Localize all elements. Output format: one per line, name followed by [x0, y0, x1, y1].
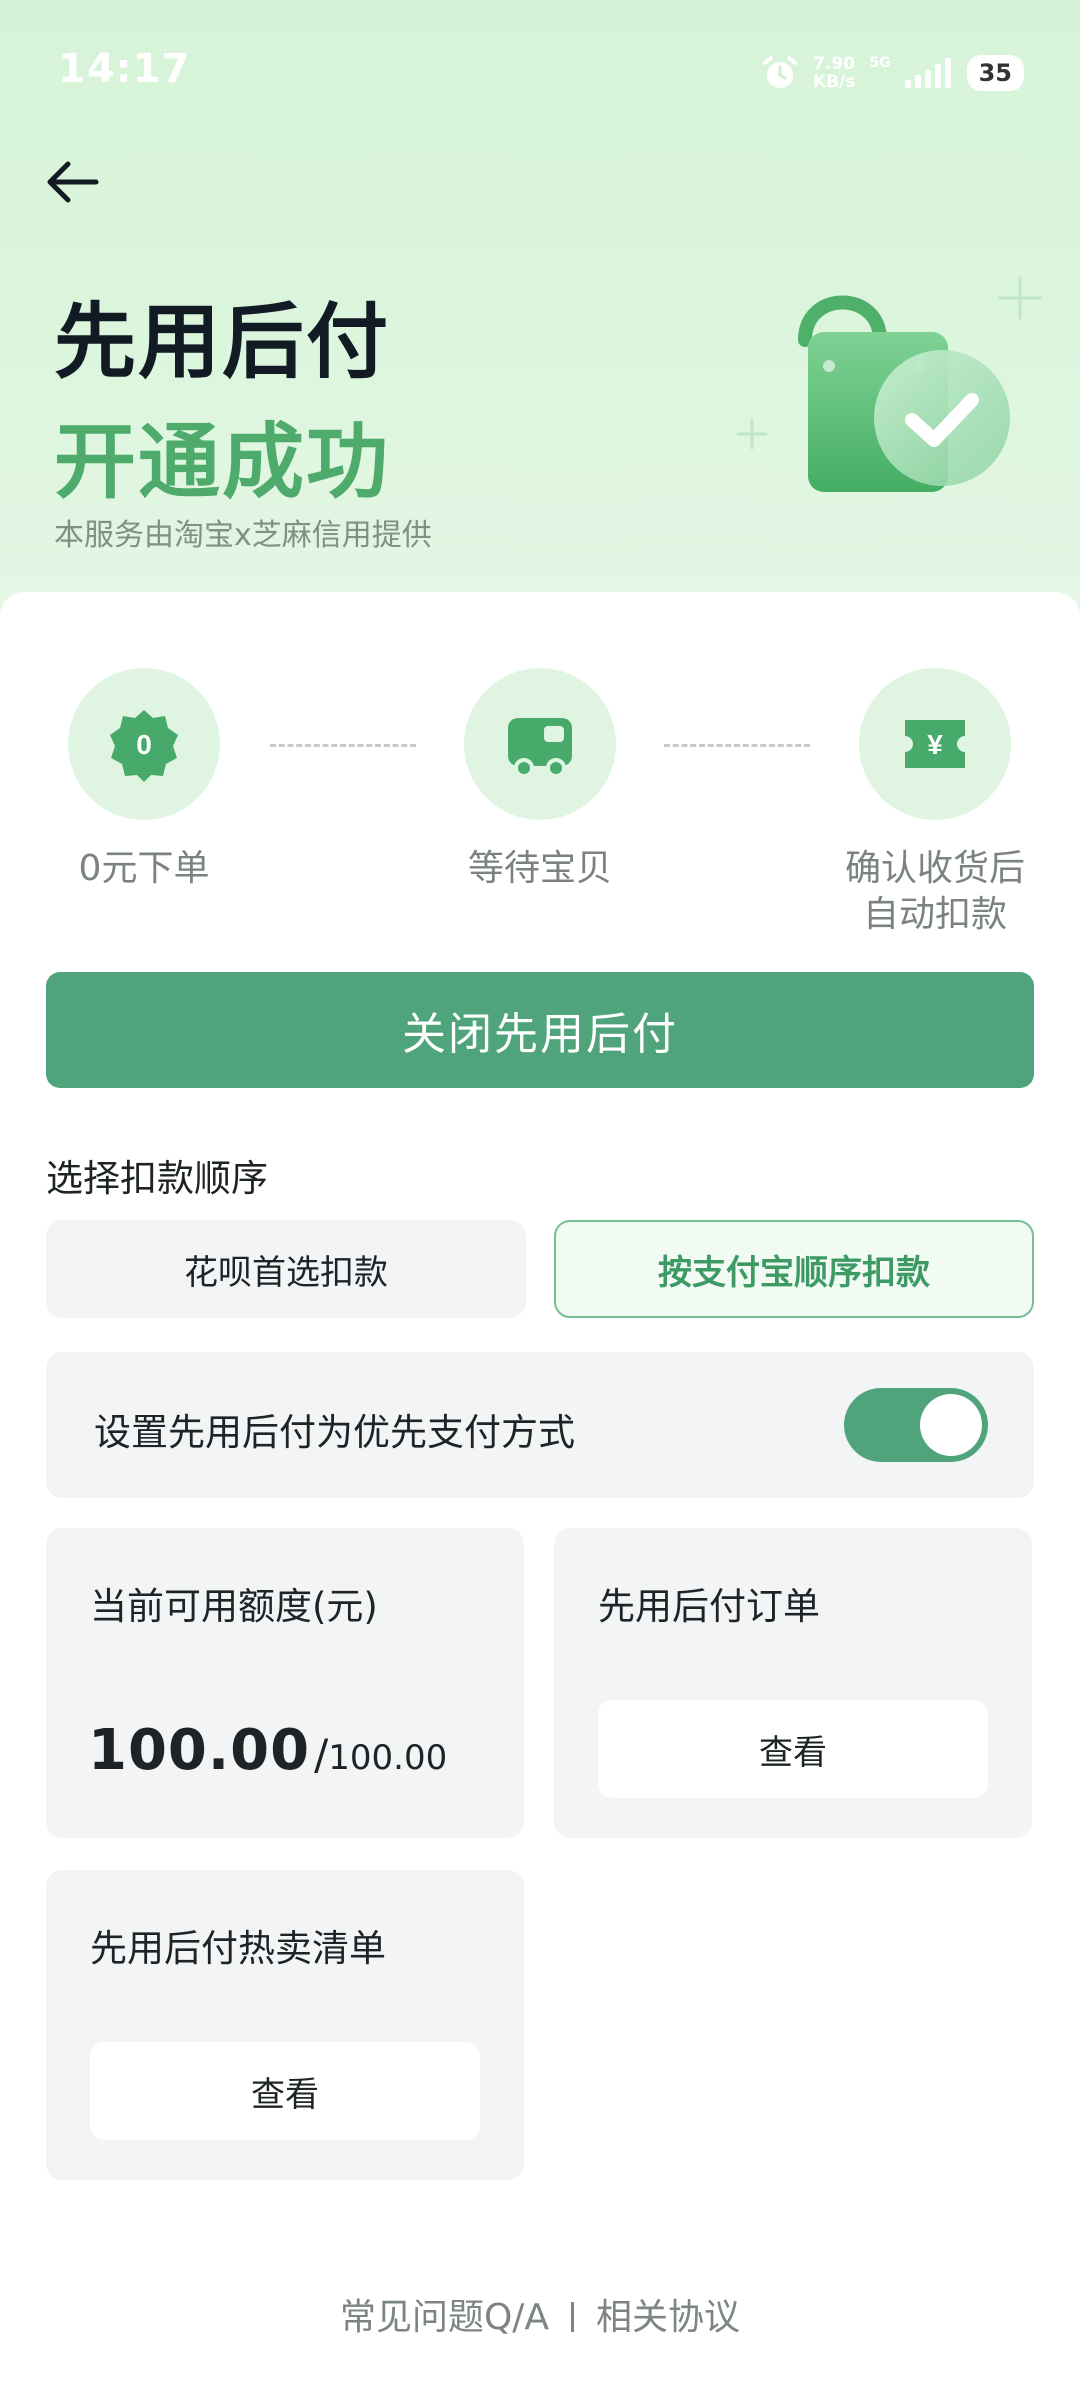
orders-title: 先用后付订单	[598, 1585, 820, 1628]
preferred-payment-toggle[interactable]	[844, 1388, 988, 1462]
view-orders-button[interactable]: 查看	[598, 1700, 988, 1798]
truck-icon	[508, 718, 572, 778]
main-card: 0 0元下单 等待宝贝 ¥ 确认收货后 自动扣款 关闭先用后付 选择扣款顺序 花…	[0, 592, 1080, 2400]
step-label: 等待宝贝	[467, 848, 612, 889]
status-bar: 14:17 7.90 KB/s 5G 35	[0, 0, 1080, 140]
step-label: 确认收货后 自动扣款	[830, 846, 1040, 938]
back-button[interactable]	[40, 150, 104, 214]
footer-links: 常见问题Q/A 相关协议	[0, 2288, 1080, 2340]
agreement-link[interactable]: 相关协议	[596, 2297, 740, 2338]
credit-values: 100.00/100.00	[88, 1718, 447, 1783]
page: 14:17 7.90 KB/s 5G 35 先用后付 开通成功 本服务由淘宝x芝…	[0, 0, 1080, 2400]
page-title: 先用后付	[54, 295, 391, 390]
step-circle: 0	[68, 668, 220, 820]
svg-text:0: 0	[136, 729, 152, 760]
success-subtitle: 开通成功	[54, 415, 391, 510]
yen-ticket-icon: ¥	[905, 720, 965, 768]
preferred-payment-label: 设置先用后付为优先支付方式	[94, 1411, 575, 1454]
net-speed: 7.90 KB/s	[813, 55, 855, 91]
deduction-order-title: 选择扣款顺序	[46, 1157, 268, 1200]
credit-limit-title: 当前可用额度(元)	[90, 1585, 378, 1628]
toggle-knob	[920, 1394, 982, 1456]
credit-available: 100.00	[88, 1718, 311, 1783]
status-time: 14:17	[58, 46, 191, 92]
credit-total: 100.00	[328, 1738, 448, 1778]
credit-separator: /	[314, 1730, 329, 1779]
alarm-icon	[761, 54, 799, 92]
step-label-line2: 自动扣款	[862, 894, 1007, 935]
view-hot-list-button[interactable]: 查看	[90, 2042, 480, 2140]
step-connector	[664, 744, 810, 747]
arrow-left-icon	[47, 161, 99, 203]
credit-limit-card: 当前可用额度(元) 100.00/100.00	[46, 1528, 524, 1838]
preferred-payment-row: 设置先用后付为优先支付方式	[46, 1352, 1034, 1498]
net-speed-value: 7.90	[813, 54, 856, 74]
shopping-bag-check-icon	[720, 270, 1050, 510]
signal-icon	[904, 58, 953, 88]
close-pay-later-button[interactable]: 关闭先用后付	[46, 972, 1034, 1088]
hot-list-card: 先用后付热卖清单 查看	[46, 1870, 524, 2180]
faq-link[interactable]: 常见问题Q/A	[340, 2297, 549, 2338]
step-wait-item: 等待宝贝	[464, 668, 616, 892]
network-type: 5G	[869, 55, 891, 71]
battery-indicator: 35	[966, 55, 1024, 91]
option-huabei-first[interactable]: 花呗首选扣款	[46, 1220, 526, 1318]
hot-list-title: 先用后付热卖清单	[90, 1927, 386, 1970]
badge-zero-icon: 0	[110, 710, 178, 782]
provider-note: 本服务由淘宝x芝麻信用提供	[54, 518, 432, 553]
net-speed-unit: KB/s	[812, 72, 856, 92]
step-circle: ¥	[859, 668, 1011, 820]
step-label: 0元下单	[78, 848, 210, 889]
step-circle	[464, 668, 616, 820]
step-label-line1: 确认收货后	[844, 848, 1025, 889]
step-zero-order: 0 0元下单	[68, 668, 220, 892]
step-auto-deduct: ¥ 确认收货后 自动扣款	[830, 668, 1040, 938]
option-alipay-order[interactable]: 按支付宝顺序扣款	[554, 1220, 1034, 1318]
status-icons: 7.90 KB/s 5G 35	[761, 48, 1024, 98]
svg-text:¥: ¥	[927, 729, 943, 760]
footer-divider	[571, 2302, 575, 2332]
step-connector	[270, 744, 416, 747]
orders-card: 先用后付订单 查看	[554, 1528, 1032, 1838]
